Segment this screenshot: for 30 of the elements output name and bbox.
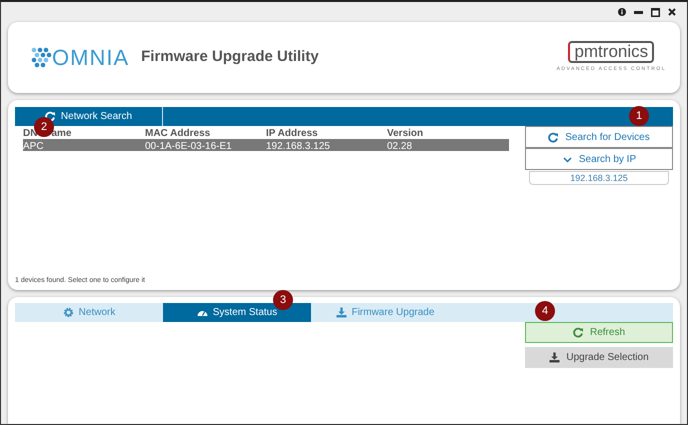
search-button[interactable]: Search by IP: [525, 148, 673, 170]
tab[interactable]: System Status: [163, 303, 311, 322]
table-row[interactable]: APC 00-1A-6E-03-16-E1 192.168.3.125 02.28: [23, 139, 509, 151]
column-header[interactable]: ame: [51, 126, 72, 141]
maximize-icon[interactable]: [651, 8, 660, 16]
refresh-icon: [44, 111, 56, 122]
refresh-button[interactable]: Refresh: [525, 322, 673, 343]
refresh-icon: [572, 327, 584, 338]
upgrade-button[interactable]: Upgrade Selection: [525, 347, 673, 368]
callout-badge: 3: [273, 290, 293, 310]
table-cell-text: 02.28: [387, 140, 414, 154]
logo-icon: [30, 46, 52, 70]
column-header[interactable]: Version: [387, 126, 424, 141]
column-header[interactable]: IP Address: [266, 126, 318, 141]
download-icon: [549, 352, 560, 363]
search-button[interactable]: Search for Devices: [525, 126, 673, 148]
app-title: Firmware Upgrade Utility: [141, 47, 319, 68]
ip-input-field[interactable]: 192.168.3.125: [529, 171, 669, 185]
refresh-icon: [548, 132, 560, 142]
minimize-icon[interactable]: [634, 10, 643, 14]
brand-logo: pmtronics: [568, 41, 654, 64]
table-cell-text: APC: [23, 140, 45, 154]
download-icon: [336, 307, 347, 318]
info-icon[interactable]: [618, 8, 626, 16]
column-header[interactable]: MAC Address: [145, 126, 210, 141]
close-icon[interactable]: [668, 8, 676, 16]
table-cell-text: 00-1A-6E-03-16-E1: [145, 140, 233, 154]
table-cell-text: 192.168.3.125: [266, 140, 331, 154]
logo-text: OMNIA: [52, 44, 130, 72]
gear-icon: [62, 307, 74, 318]
